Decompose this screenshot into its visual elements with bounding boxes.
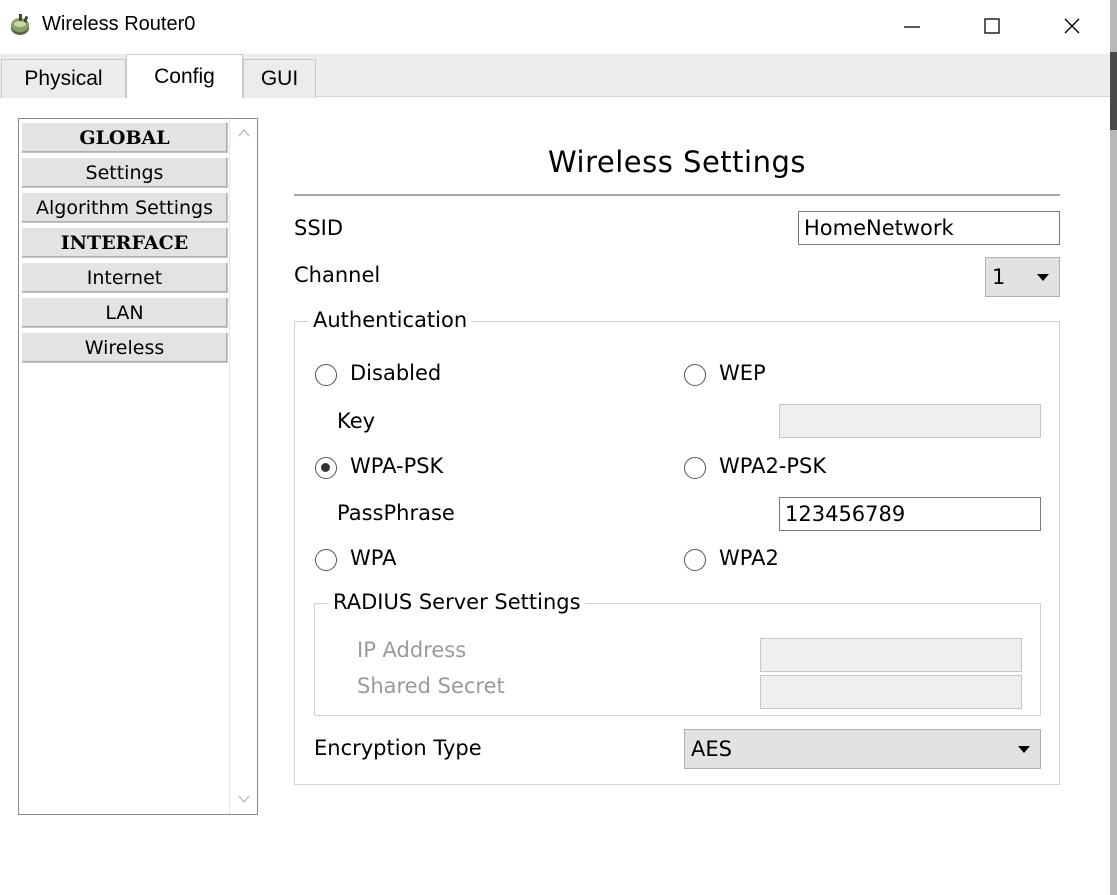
- ssid-input[interactable]: HomeNetwork: [798, 211, 1060, 245]
- tab-bar: Physical Config GUI: [0, 54, 1110, 98]
- radio-wpa-psk[interactable]: [315, 457, 337, 479]
- window-edge-dark: [1110, 52, 1117, 130]
- minimize-button[interactable]: [872, 0, 952, 52]
- window-title: Wireless Router0: [42, 13, 196, 35]
- channel-value: 1: [992, 265, 1006, 289]
- chevron-up-icon[interactable]: [236, 125, 252, 141]
- page-title: Wireless Settings: [547, 145, 806, 179]
- sidebar-item-lan[interactable]: LAN: [21, 297, 228, 328]
- sidebar-header-interface: INTERFACE: [21, 227, 228, 258]
- dropdown-arrow-icon: [1037, 274, 1049, 281]
- wpa-label: WPA: [350, 546, 397, 570]
- maximize-button[interactable]: [952, 0, 1032, 52]
- wpa-psk-label: WPA-PSK: [350, 454, 444, 478]
- tab-gui[interactable]: GUI: [243, 59, 316, 98]
- wep-label: WEP: [719, 361, 766, 385]
- chevron-down-icon[interactable]: [236, 791, 252, 807]
- disabled-label: Disabled: [350, 361, 442, 385]
- key-input[interactable]: [779, 404, 1041, 438]
- wpa2-psk-label: WPA2-PSK: [719, 454, 827, 478]
- encryption-type-label: Encryption Type: [314, 736, 482, 760]
- channel-label: Channel: [294, 263, 381, 287]
- radio-wpa[interactable]: [315, 549, 337, 571]
- passphrase-label: PassPhrase: [337, 501, 455, 525]
- sidebar-scrollbar[interactable]: [229, 119, 257, 814]
- window-edge: [1110, 0, 1117, 895]
- ip-address-input[interactable]: [760, 638, 1022, 672]
- passphrase-input[interactable]: 123456789: [779, 497, 1041, 531]
- ip-address-label: IP Address: [357, 638, 467, 662]
- encryption-type-select[interactable]: AES: [684, 729, 1041, 769]
- sidebar-item-settings[interactable]: Settings: [21, 157, 228, 188]
- radio-wep[interactable]: [684, 364, 706, 386]
- wpa2-label: WPA2: [719, 546, 779, 570]
- sidebar-item-wireless[interactable]: Wireless: [21, 332, 228, 363]
- maximize-icon: [984, 18, 1000, 34]
- ssid-label: SSID: [294, 216, 344, 240]
- tab-config[interactable]: Config: [126, 54, 243, 98]
- key-label: Key: [337, 409, 376, 433]
- sidebar: GLOBAL Settings Algorithm Settings INTER…: [18, 118, 258, 815]
- radio-disabled[interactable]: [315, 364, 337, 386]
- shared-secret-input[interactable]: [760, 675, 1022, 709]
- close-icon: [1064, 18, 1080, 34]
- router-icon: [11, 14, 29, 35]
- title-divider: [294, 194, 1060, 196]
- minimize-icon: [904, 26, 920, 28]
- sidebar-header-global: GLOBAL: [21, 122, 228, 153]
- sidebar-list: GLOBAL Settings Algorithm Settings INTER…: [21, 122, 228, 367]
- channel-select[interactable]: 1: [985, 257, 1060, 297]
- radius-legend: RADIUS Server Settings: [329, 590, 585, 614]
- radio-wpa2-psk[interactable]: [684, 457, 706, 479]
- authentication-legend: Authentication: [309, 308, 472, 332]
- close-button[interactable]: [1032, 0, 1112, 52]
- title-bar: Wireless Router0: [0, 0, 1117, 54]
- tab-physical[interactable]: Physical: [1, 59, 126, 98]
- sidebar-item-internet[interactable]: Internet: [21, 262, 228, 293]
- shared-secret-label: Shared Secret: [357, 674, 505, 698]
- radio-wpa2[interactable]: [684, 549, 706, 571]
- encryption-type-value: AES: [691, 737, 732, 761]
- dropdown-arrow-icon: [1018, 746, 1030, 753]
- sidebar-item-algorithm-settings[interactable]: Algorithm Settings: [21, 192, 228, 223]
